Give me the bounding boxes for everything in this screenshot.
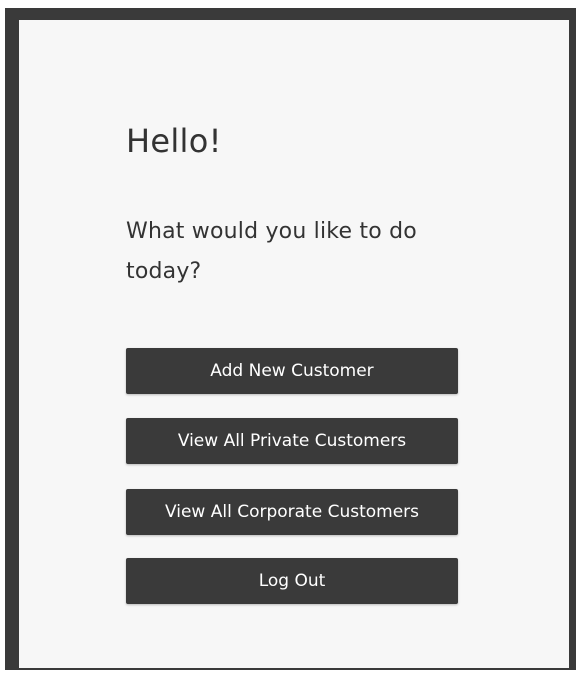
log-out-button[interactable]: Log Out [126,558,458,604]
main-panel: Hello! What would you like to do today? … [19,20,569,668]
prompt-text: What would you like to do today? [126,219,417,284]
view-corporate-customers-button[interactable]: View All Corporate Customers [126,489,458,535]
window-frame: Hello! What would you like to do today? … [5,8,576,670]
greeting-heading: Hello! [126,122,222,160]
add-new-customer-button[interactable]: Add New Customer [126,348,458,394]
view-private-customers-button[interactable]: View All Private Customers [126,418,458,464]
